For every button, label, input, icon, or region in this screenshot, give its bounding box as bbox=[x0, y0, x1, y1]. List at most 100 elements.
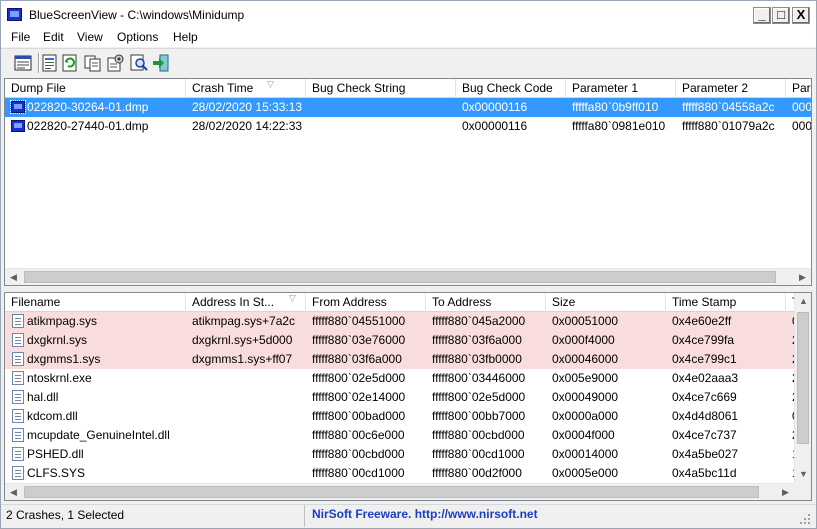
driver-row[interactable]: CLFS.SYS fffff880`00cd1000 fffff880`00d2f0… bbox=[5, 464, 811, 483]
driver-list-horizontal-scrollbar[interactable]: ◀ ▶ bbox=[5, 483, 794, 500]
cell-filename: dxgmms1.sys bbox=[27, 352, 101, 366]
crash-list-horizontal-scrollbar[interactable]: ◀ ▶ bbox=[5, 268, 811, 285]
column-size[interactable]: Size bbox=[546, 293, 666, 312]
scrollbar-thumb[interactable] bbox=[24, 486, 759, 498]
html-report-icon[interactable] bbox=[40, 53, 60, 73]
cell-parameter-1: fffffa80`0981e010 bbox=[572, 119, 666, 133]
cell-filename: PSHED.dll bbox=[27, 447, 84, 461]
crash-list[interactable]: Dump File Crash Time ▽ Bug Check String … bbox=[4, 78, 812, 286]
cell-from-address: fffff880`03e76000 bbox=[312, 333, 406, 347]
column-parameter-1[interactable]: Parameter 1 bbox=[566, 79, 676, 98]
driver-row[interactable]: hal.dll fffff800`02e14000 fffff800`02e5d00… bbox=[5, 388, 811, 407]
cell-address-in-stack bbox=[186, 426, 306, 445]
column-time-stamp[interactable]: Time Stamp bbox=[666, 293, 786, 312]
cell-from-address: fffff800`02e5d000 bbox=[312, 371, 406, 385]
cell-to-address: fffff800`03446000 bbox=[432, 371, 526, 385]
driver-row[interactable]: dxgmms1.sys dxgmms1.sys+ff07 fffff880`03f6… bbox=[5, 350, 811, 369]
nirsoft-link[interactable]: NirSoft Freeware. http://www.nirsoft.net bbox=[312, 505, 538, 527]
cell-crash-time: 28/02/2020 15:33:13 bbox=[192, 100, 303, 114]
cell-to-address: fffff880`00d2f000 bbox=[432, 466, 522, 480]
refresh-icon[interactable] bbox=[60, 53, 80, 73]
cell-to-address: fffff880`00cd1000 bbox=[432, 447, 525, 461]
cell-time-stamp: 0x4e60e2ff bbox=[672, 314, 732, 328]
title-bar[interactable]: BlueScreenView - C:\windows\Minidump _ □… bbox=[1, 1, 816, 28]
menu-edit[interactable]: Edit bbox=[43, 30, 64, 44]
column-bug-check-string[interactable]: Bug Check String bbox=[306, 79, 456, 98]
column-crash-time[interactable]: Crash Time bbox=[186, 79, 306, 98]
status-selection-count: 2 Crashes, 1 Selected bbox=[4, 505, 305, 527]
driver-row[interactable]: kdcom.dll fffff800`00bad000 fffff800`00bb7… bbox=[5, 407, 811, 426]
column-address-in-stack[interactable]: Address In St... bbox=[186, 293, 306, 312]
cell-size: 0x00014000 bbox=[552, 447, 619, 461]
cell-size: 0x000f4000 bbox=[552, 333, 615, 347]
scroll-right-arrow-icon[interactable]: ▶ bbox=[777, 484, 794, 500]
crash-row[interactable]: 022820-27440-01.dmp 28/02/2020 14:22:33 … bbox=[5, 117, 811, 136]
resize-grip-icon[interactable] bbox=[799, 513, 811, 525]
scrollbar-thumb[interactable] bbox=[797, 312, 809, 444]
scrollbar-thumb[interactable] bbox=[24, 271, 776, 283]
cell-bug-check-code: 0x00000116 bbox=[462, 119, 528, 133]
advanced-options-icon[interactable] bbox=[105, 53, 125, 73]
column-parameter-2[interactable]: Parameter 2 bbox=[676, 79, 786, 98]
cell-parameter-3: 0000 bbox=[792, 100, 812, 114]
menu-options[interactable]: Options bbox=[117, 30, 158, 44]
driver-list[interactable]: Filename Address In St... ▽ From Address… bbox=[4, 292, 812, 501]
cell-dump-file: 022820-27440-01.dmp bbox=[27, 119, 149, 133]
menu-file[interactable]: File bbox=[11, 30, 30, 44]
properties-icon[interactable] bbox=[13, 53, 33, 73]
driver-row[interactable]: PSHED.dll fffff880`00cbd000 fffff880`00cd1… bbox=[5, 445, 811, 464]
column-to-address[interactable]: To Address bbox=[426, 293, 546, 312]
minimize-button[interactable]: _ bbox=[753, 7, 771, 24]
column-bug-check-code[interactable]: Bug Check Code bbox=[456, 79, 566, 98]
cell-filename: mcupdate_GenuineIntel.dll bbox=[27, 428, 170, 442]
menu-view[interactable]: View bbox=[77, 30, 103, 44]
cell-time-stamp: 0x4ce7c737 bbox=[672, 428, 737, 442]
cell-address-in-stack bbox=[186, 369, 306, 388]
cell-size: 0x00046000 bbox=[552, 352, 619, 366]
find-icon[interactable] bbox=[129, 53, 149, 73]
copy-icon[interactable] bbox=[83, 53, 103, 73]
cell-size: 0x0004f000 bbox=[552, 428, 615, 442]
driver-row[interactable]: mcupdate_GenuineIntel.dll fffff880`00c6e0… bbox=[5, 426, 811, 445]
scroll-down-arrow-icon[interactable]: ▼ bbox=[795, 466, 811, 483]
cell-address-in-stack: atikmpag.sys+7a2c bbox=[192, 314, 296, 328]
menu-bar: File Edit View Options Help bbox=[1, 28, 816, 47]
column-dump-file[interactable]: Dump File bbox=[5, 79, 186, 98]
column-parameter-3[interactable]: Para bbox=[786, 79, 811, 98]
cell-parameter-1: fffffa80`0b9ff010 bbox=[572, 100, 659, 114]
cell-time-stamp: 0x4e02aaa3 bbox=[672, 371, 739, 385]
cell-address-in-stack bbox=[186, 464, 306, 483]
driver-row[interactable]: ntoskrnl.exe fffff800`02e5d000 fffff800`03… bbox=[5, 369, 811, 388]
sort-descending-icon: ▽ bbox=[267, 79, 274, 89]
driver-row[interactable]: dxgkrnl.sys dxgkrnl.sys+5d000 fffff880`03e… bbox=[5, 331, 811, 350]
cell-filename: hal.dll bbox=[27, 390, 59, 404]
cell-to-address: fffff880`03fb0000 bbox=[432, 352, 522, 366]
cell-filename: ntoskrnl.exe bbox=[27, 371, 92, 385]
cell-from-address: fffff880`04551000 bbox=[312, 314, 406, 328]
cell-size: 0x0005e000 bbox=[552, 466, 619, 480]
menu-help[interactable]: Help bbox=[173, 30, 198, 44]
crash-row[interactable]: 022820-30264-01.dmp 28/02/2020 15:33:13 … bbox=[5, 98, 812, 117]
cell-time-stamp: 0x4a5bc11d bbox=[672, 466, 737, 480]
driver-list-vertical-scrollbar[interactable]: ▲ ▼ bbox=[794, 293, 811, 483]
cell-size: 0x0000a000 bbox=[552, 409, 619, 423]
exit-icon[interactable] bbox=[151, 53, 171, 73]
cell-to-address: fffff800`02e5d000 bbox=[432, 390, 526, 404]
scroll-left-arrow-icon[interactable]: ◀ bbox=[5, 484, 22, 500]
cell-time-stamp: 0x4ce799fa bbox=[672, 333, 735, 347]
close-button[interactable]: X bbox=[792, 7, 810, 24]
maximize-button[interactable]: □ bbox=[772, 7, 790, 24]
cell-from-address: fffff880`00cbd000 bbox=[312, 447, 405, 461]
app-icon bbox=[7, 8, 22, 21]
cell-filename: kdcom.dll bbox=[27, 409, 78, 423]
scroll-right-arrow-icon[interactable]: ▶ bbox=[794, 269, 811, 285]
scroll-up-arrow-icon[interactable]: ▲ bbox=[795, 293, 811, 310]
window-title: BlueScreenView - C:\windows\Minidump bbox=[29, 8, 245, 22]
driver-row[interactable]: atikmpag.sys atikmpag.sys+7a2c fffff880`04… bbox=[5, 312, 811, 331]
column-from-address[interactable]: From Address bbox=[306, 293, 426, 312]
scroll-left-arrow-icon[interactable]: ◀ bbox=[5, 269, 22, 285]
cell-bug-check-string bbox=[306, 98, 456, 117]
sort-descending-icon: ▽ bbox=[289, 293, 296, 303]
cell-bug-check-code: 0x00000116 bbox=[462, 100, 528, 114]
column-filename[interactable]: Filename bbox=[5, 293, 186, 312]
